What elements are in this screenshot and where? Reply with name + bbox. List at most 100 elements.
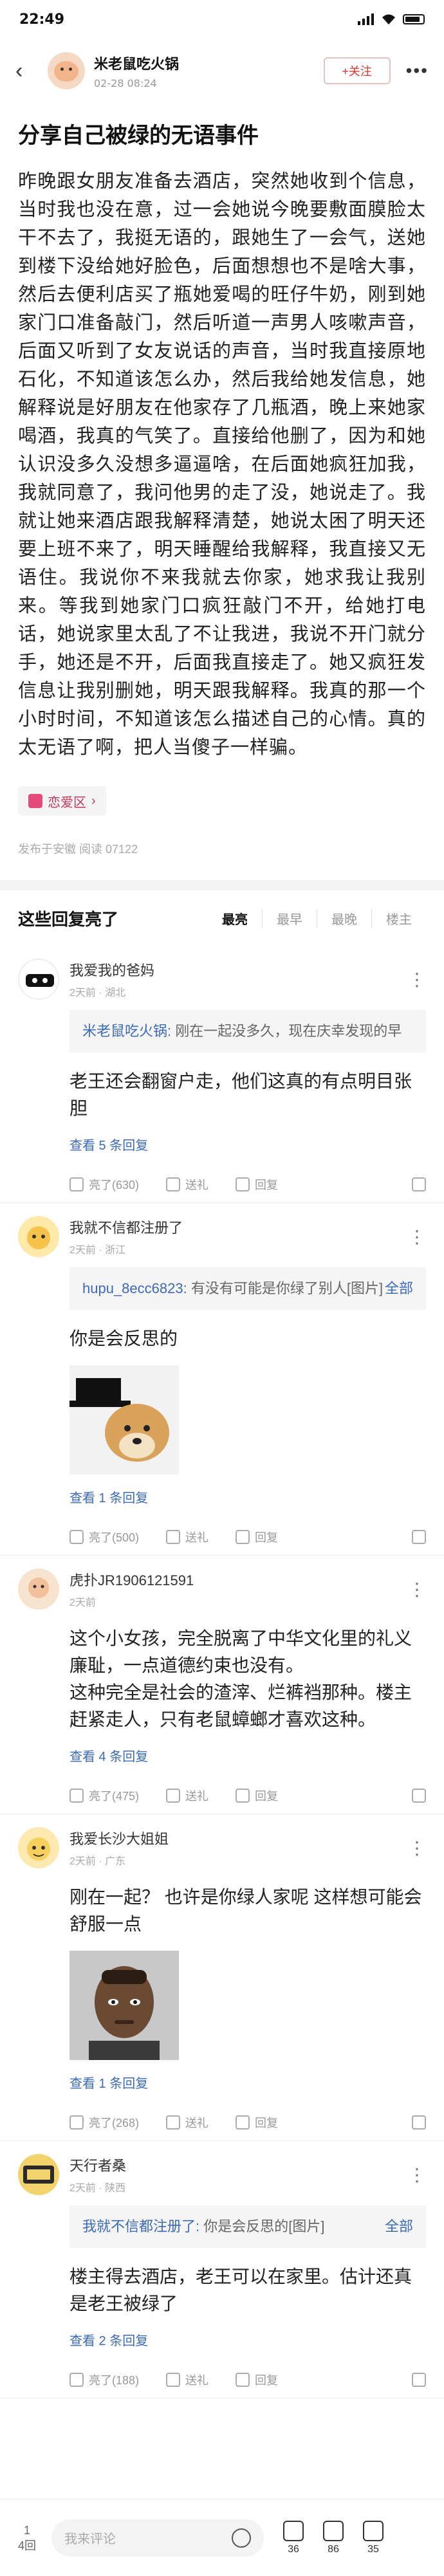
tab-latest[interactable]: 最晚 [317,908,371,928]
comment-item: 我就不信都注册了 2天前 · 浙江 ⋮ hupu_8ecc6823: 有没有可能… [0,1203,444,1556]
chevron-right-icon: › [91,793,96,808]
tab-op[interactable]: 楼主 [371,908,426,928]
light-button[interactable]: 亮了(188) [69,2371,139,2388]
comment-time: 2天前 · 陕西 [69,2183,126,2194]
comment-text: 这个小女孩，完全脱离了中华文化里的礼义廉耻，一点道德约束也没有。 这种完全是社会… [69,1628,412,1729]
quote-expand-link[interactable]: 全部 [385,2216,413,2238]
gift-button[interactable]: 送礼 [166,1529,208,1545]
comment-username[interactable]: 我爱长沙大姐姐 [69,1828,408,1848]
more-icon[interactable]: ••• [406,60,429,81]
comment-avatar[interactable] [18,2154,59,2195]
share-icon[interactable] [412,2115,426,2130]
comment-image-man[interactable] [69,1951,179,2060]
author-name[interactable]: 米老鼠吃火锅 [94,53,324,73]
comment-menu-icon[interactable]: ⋮ [408,2164,426,2185]
view-replies-link[interactable]: 查看 4 条回复 [69,1746,426,1765]
light-button[interactable]: 亮了(475) [69,1787,139,1804]
quote-expand-link[interactable]: 全部 [385,1278,413,1300]
reply-button[interactable]: 回复 [236,1176,278,1193]
reply-placeholder: 我来评论 [64,2532,116,2546]
article: 分享自己被绿的无语事件 昨晚跟女朋友准备去酒店，突然她收到个信息，当时我也没在意… [0,121,444,857]
view-replies-link[interactable]: 查看 2 条回复 [69,2330,426,2349]
tab-hottest[interactable]: 最亮 [208,909,262,928]
comment-item: 我爱长沙大姐姐 2天前 · 广东 ⋮ 刚在一起？ 也许是你绿人家呢 这样想可能会… [0,1814,444,2141]
light-button[interactable]: 亮了(630) [69,1176,139,1193]
emoji-icon[interactable] [232,2528,251,2548]
share-icon[interactable] [412,2373,426,2387]
light-button[interactable]: 亮了(500) [69,1529,139,1545]
author-avatar[interactable] [48,52,85,89]
comment-username[interactable]: 天行者桑 [69,2155,408,2175]
section-divider [0,880,444,890]
topic-tag[interactable]: 恋爱区 › [18,786,106,816]
quoted-reply[interactable]: 我就不信都注册了: 你是会反思的[图片] 全部 [69,2205,426,2248]
reply-button[interactable]: 回复 [236,2114,278,2131]
share-icon[interactable] [412,1530,426,1544]
reply-button[interactable]: 回复 [236,1529,278,1545]
gift-button[interactable]: 送礼 [166,1787,208,1804]
replies-header: 这些回复亮了 最亮 最早 最晚 楼主 [0,890,444,946]
comment-username[interactable]: 我就不信都注册了 [69,1217,408,1237]
gift-post-button[interactable]: 86 [323,2520,344,2555]
gift-icon [166,1530,181,1544]
comment-item: 虎扑JR1906121591 2天前 ⋮ 这个小女孩，完全脱离了中华文化里的礼义… [0,1556,444,1814]
comment-text: 你是会反思的 [69,1329,178,1348]
gift-icon [166,1789,181,1803]
reply-button[interactable]: 回复 [236,1787,278,1804]
replies-title: 这些回复亮了 [18,909,119,929]
reply-icon [236,1789,250,1803]
thumbs-up-icon [283,2520,304,2541]
view-replies-link[interactable]: 查看 5 条回复 [69,1135,426,1154]
comment-avatar[interactable] [18,1827,59,1868]
comment-username[interactable]: 虎扑JR1906121591 [69,1569,408,1590]
share-icon[interactable] [412,1177,426,1191]
light-icon [69,2373,84,2387]
reply-button[interactable]: 回复 [236,2371,278,2388]
favorite-button[interactable]: 35 [363,2520,384,2555]
comment-text: 楼主得去酒店，老王可以在家里。估计还真是老王被绿了 [69,2267,412,2314]
light-post-button[interactable]: 36 [283,2520,304,2555]
follow-button[interactable]: +关注 [323,57,391,84]
reply-icon [236,2373,250,2387]
gift-button[interactable]: 送礼 [166,1176,208,1193]
quoted-text: 刚在一起没多久，现在庆幸发现的早 [175,1023,402,1039]
comment-menu-icon[interactable]: ⋮ [408,969,426,990]
reply-input[interactable]: 我来评论 [51,2519,264,2557]
bookmark-icon [363,2520,384,2541]
comment-time: 2天前 · 浙江 [69,1245,126,1256]
comment-time: 2天前 · 湖北 [69,988,126,998]
gift-button[interactable]: 送礼 [166,2114,208,2131]
comment-actions: 亮了(188) 送礼 回复 [69,2362,426,2398]
floor-indicator[interactable]: 1 4回 [13,2523,41,2553]
comment-menu-icon[interactable]: ⋮ [408,1579,426,1600]
comment-text: 刚在一起？ 也许是你绿人家呢 这样想可能会舒服一点 [69,1887,422,1934]
back-icon[interactable]: ‹ [15,59,39,84]
battery-icon [403,14,425,24]
comment-avatar[interactable] [18,1216,59,1257]
view-replies-link[interactable]: 查看 1 条回复 [69,1487,426,1506]
light-icon [69,1789,84,1803]
post-meta: 发布于安徽 阅读 07122 [18,843,138,856]
comment-menu-icon[interactable]: ⋮ [408,1837,426,1859]
comment-actions: 亮了(475) 送礼 回复 [69,1778,426,1814]
comment-username[interactable]: 我爱我的爸妈 [69,959,408,980]
reply-icon [236,1177,250,1191]
quoted-reply[interactable]: hupu_8ecc6823: 有没有可能是你绿了别人[图片] 全部 [69,1267,426,1310]
comment-menu-icon[interactable]: ⋮ [408,1226,426,1247]
status-bar: 22:49 [0,0,444,39]
light-button[interactable]: 亮了(268) [69,2114,139,2131]
comment-actions: 亮了(268) 送礼 回复 [69,2104,426,2140]
comment-image-dog[interactable] [69,1365,179,1475]
gift-button[interactable]: 送礼 [166,2371,208,2388]
comment-item: 我爱我的爸妈 2天前 · 湖北 ⋮ 米老鼠吃火锅: 刚在一起没多久，现在庆幸发现… [0,946,444,1203]
light-icon [69,1530,84,1544]
reply-icon [236,2115,250,2130]
share-icon[interactable] [412,1789,426,1803]
quoted-reply[interactable]: 米老鼠吃火锅: 刚在一起没多久，现在庆幸发现的早 [69,1010,426,1053]
tab-earliest[interactable]: 最早 [262,908,317,928]
comment-avatar[interactable] [18,959,59,1000]
comment-avatar[interactable] [18,1569,59,1610]
post-header: ‹ 米老鼠吃火锅 02-28 08:24 +关注 ••• [0,39,444,103]
status-icons [358,14,425,25]
view-replies-link[interactable]: 查看 1 条回复 [69,2073,426,2092]
